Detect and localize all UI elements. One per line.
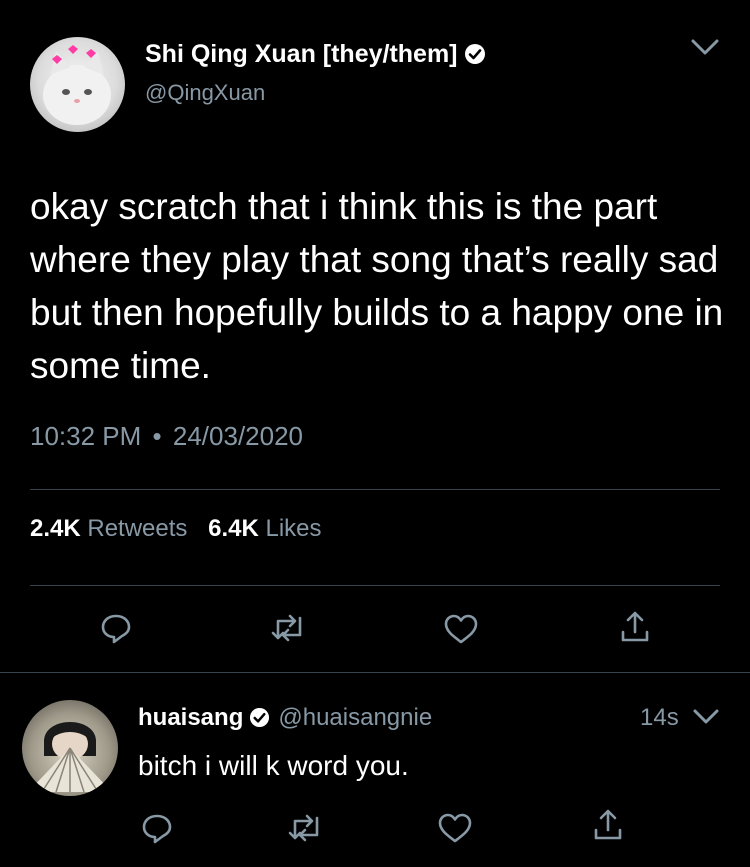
retweets-stat[interactable]: 2.4K Retweets (30, 515, 187, 542)
author-name-text[interactable]: Shi Qing Xuan [they/them] (145, 40, 458, 68)
likes-count: 6.4K (208, 515, 259, 542)
thread-separator (0, 672, 750, 673)
reply-author-handle[interactable]: @huaisangnie (278, 704, 432, 731)
reply-time[interactable]: 14s (640, 704, 679, 732)
tweet-time[interactable]: 10:32 PM (30, 421, 141, 451)
retweet-icon[interactable] (287, 812, 325, 849)
likes-stat[interactable]: 6.4K Likes (208, 515, 321, 542)
divider (30, 585, 720, 586)
author-name[interactable]: Shi Qing Xuan [they/them] (145, 40, 486, 72)
retweet-icon[interactable] (270, 612, 308, 649)
tweet-stats: 2.4K Retweets 6.4K Likes (30, 515, 322, 543)
reply-icon[interactable] (141, 812, 173, 849)
share-icon[interactable] (619, 610, 651, 649)
timestamp-separator: • (152, 421, 162, 451)
share-icon[interactable] (592, 808, 624, 847)
chevron-down-icon[interactable] (692, 706, 720, 731)
like-icon[interactable] (437, 812, 473, 849)
chevron-down-icon[interactable] (690, 37, 720, 62)
retweets-count: 2.4K (30, 515, 81, 542)
retweets-label: Retweets (87, 515, 188, 542)
reply-author-avatar[interactable] (22, 700, 118, 796)
reply-text: bitch i will k word you. (138, 750, 409, 781)
tweet-text: okay scratch that i think this is the pa… (30, 186, 724, 386)
likes-label: Likes (265, 515, 322, 542)
author-handle[interactable]: @QingXuan (145, 80, 265, 106)
reply-author[interactable]: huaisang @huaisangnie (138, 704, 432, 735)
tweet-date[interactable]: 24/03/2020 (173, 421, 303, 451)
verified-icon (249, 707, 270, 735)
like-icon[interactable] (443, 613, 479, 650)
author-avatar[interactable] (30, 37, 125, 132)
tweet-timestamp[interactable]: 10:32 PM • 24/03/2020 (30, 421, 303, 452)
cat-avatar-image (43, 45, 111, 125)
divider (30, 489, 720, 490)
reply-icon[interactable] (100, 612, 132, 649)
reply-avatar-image (28, 722, 112, 793)
verified-icon (464, 43, 486, 72)
reply-author-name[interactable]: huaisang (138, 704, 243, 731)
